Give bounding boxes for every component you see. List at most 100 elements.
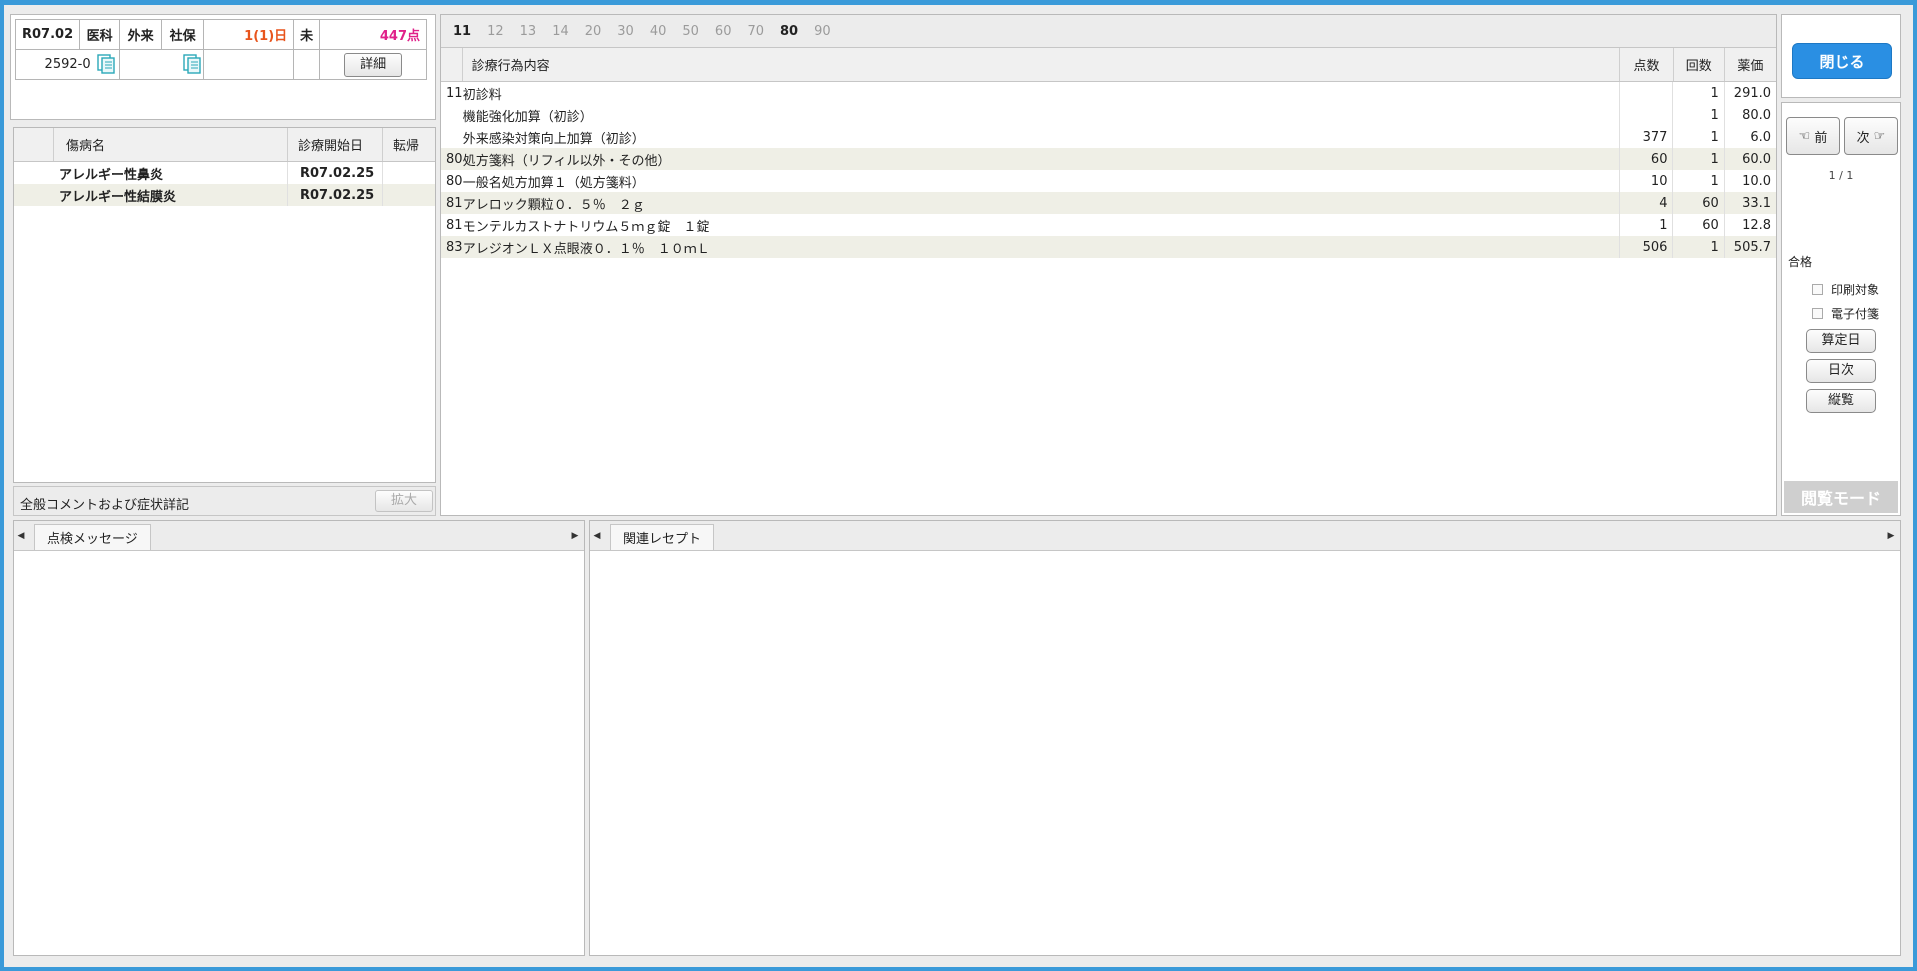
- comment-label: 全般コメントおよび症状詳記: [20, 498, 190, 513]
- patient-code: 2592-0: [44, 57, 91, 72]
- e-tag-checkbox[interactable]: 電子付箋: [1812, 305, 1879, 322]
- procedure-code: 81: [446, 217, 463, 233]
- procedure-points: 10: [1620, 170, 1674, 192]
- category-label: 医科: [79, 19, 121, 50]
- scroll-right-icon[interactable]: ▶: [1884, 522, 1898, 550]
- tab-90[interactable]: 90: [814, 24, 831, 39]
- document-icon[interactable]: [97, 54, 115, 74]
- procedure-row[interactable]: 81 モンテルカストナトリウム５ｍｇ錠 １錠 1 60 12.8: [441, 214, 1776, 236]
- document-icon[interactable]: [183, 54, 201, 74]
- print-target-checkbox[interactable]: 印刷対象: [1812, 281, 1879, 298]
- tab-20[interactable]: 20: [585, 24, 602, 39]
- procedure-points: 60: [1620, 148, 1674, 170]
- procedure-count: 60: [1673, 192, 1725, 214]
- procedure-panel: 11 12 13 14 20 30 40 50 60 70 80 90 診療行為…: [440, 14, 1777, 516]
- tab-13[interactable]: 13: [520, 24, 537, 39]
- disease-start-date: R07.02.25: [288, 162, 383, 184]
- procedure-count: 1: [1673, 104, 1725, 126]
- close-button[interactable]: 閉じる: [1792, 43, 1892, 79]
- procedure-row[interactable]: 機能強化加算（初診） 1 80.0: [441, 104, 1776, 126]
- detail-button[interactable]: 詳細: [344, 52, 403, 77]
- procedure-row[interactable]: 81 アレロック顆粒０．５％ ２ｇ 4 60 33.1: [441, 192, 1776, 214]
- scroll-left-icon[interactable]: ◀: [590, 522, 604, 550]
- column-outcome[interactable]: 転帰: [383, 128, 435, 161]
- procedure-name: 機能強化加算（初診）: [463, 104, 1621, 126]
- page-indicator: 1 / 1: [1828, 169, 1854, 182]
- procedure-name: 処方箋料（リフィル以外・その他）: [463, 148, 1621, 170]
- procedure-row[interactable]: 外来感染対策向上加算（初診） 377 1 6.0: [441, 126, 1776, 148]
- check-messages-panel: ◀ 点検メッセージ ▶: [13, 520, 585, 956]
- checkbox-box: [1812, 308, 1823, 319]
- tab-check-messages[interactable]: 点検メッセージ: [34, 524, 151, 550]
- procedure-count: 1: [1673, 170, 1725, 192]
- disease-row[interactable]: アレルギー性結膜炎 R07.02.25: [14, 184, 435, 206]
- procedure-code: 80: [446, 173, 463, 189]
- tab-70[interactable]: 70: [747, 24, 764, 39]
- checkbox-box: [1812, 284, 1823, 295]
- tab-50[interactable]: 50: [682, 24, 699, 39]
- column-disease-name[interactable]: 傷病名: [54, 128, 288, 161]
- tab-80[interactable]: 80: [780, 24, 798, 39]
- procedure-row[interactable]: 80 一般名処方加算１（処方箋料） 10 1 10.0: [441, 170, 1776, 192]
- prev-button[interactable]: ☜ 前: [1786, 117, 1840, 155]
- disease-start-date: R07.02.25: [288, 184, 383, 206]
- daily-button[interactable]: 日次: [1806, 359, 1876, 383]
- column-points[interactable]: 点数: [1620, 48, 1674, 81]
- print-target-label: 印刷対象: [1831, 283, 1880, 297]
- procedure-code: [441, 104, 463, 126]
- header-spacer: [14, 128, 54, 161]
- tab-11[interactable]: 11: [453, 24, 471, 39]
- point-right-icon: ☞: [1873, 128, 1886, 144]
- disease-name: アレルギー性鼻炎: [14, 162, 288, 184]
- disease-name: アレルギー性結膜炎: [14, 184, 288, 206]
- procedure-code: 11: [446, 85, 463, 101]
- procedure-count: 1: [1673, 236, 1725, 258]
- column-content[interactable]: 診療行為内容: [463, 48, 1621, 81]
- procedure-points: 4: [1620, 192, 1674, 214]
- procedure-name: モンテルカストナトリウム５ｍｇ錠 １錠: [463, 214, 1621, 236]
- procedure-price: 60.0: [1742, 151, 1772, 167]
- procedure-row[interactable]: 80 処方箋料（リフィル以外・その他） 60 1 60.0: [441, 148, 1776, 170]
- procedure-price: 33.1: [1742, 195, 1772, 211]
- overview-button[interactable]: 縦覧: [1806, 389, 1876, 413]
- scroll-left-icon[interactable]: ◀: [14, 522, 28, 550]
- procedure-points: [1620, 104, 1674, 126]
- tab-12[interactable]: 12: [487, 24, 504, 39]
- procedure-code: [441, 126, 463, 148]
- procedure-rows: 11 初診料 1 291.0 機能強化加算（初診） 1 80.0 外来感染対策向上加算（初診）…: [441, 82, 1776, 258]
- procedure-points: [1620, 82, 1674, 104]
- empty-cell: [293, 49, 321, 80]
- procedure-name: 一般名処方加算１（処方箋料）: [463, 170, 1621, 192]
- calc-day-button[interactable]: 算定日: [1806, 329, 1876, 353]
- procedure-row[interactable]: 11 初診料 1 291.0: [441, 82, 1776, 104]
- next-label: 次: [1856, 130, 1870, 146]
- procedure-price: 291.0: [1733, 85, 1772, 101]
- procedure-row[interactable]: 83 アレジオンＬＸ点眼液０．１％ １０ｍＬ 506 1 505.7: [441, 236, 1776, 258]
- procedure-header: 診療行為内容 点数 回数 薬価: [441, 48, 1776, 82]
- visit-type-label: 外来: [119, 19, 163, 50]
- tab-40[interactable]: 40: [650, 24, 667, 39]
- review-controls: ☜ 前 次 ☞ 1 / 1 合格 印刷対象 電子付箋 算定日 日次 縦覧 閲覧モ…: [1781, 102, 1901, 516]
- empty-cell: [119, 49, 205, 80]
- column-start-date[interactable]: 診療開始日: [288, 128, 383, 161]
- procedure-name: アレロック顆粒０．５％ ２ｇ: [463, 192, 1621, 214]
- procedure-code: 83: [446, 239, 463, 255]
- procedure-name: 外来感染対策向上加算（初診）: [463, 126, 1621, 148]
- receipt-date: R07.02: [14, 19, 81, 50]
- procedure-price: 12.8: [1742, 217, 1772, 233]
- disease-row[interactable]: アレルギー性鼻炎 R07.02.25: [14, 162, 435, 184]
- comment-bar: 全般コメントおよび症状詳記 拡大: [13, 486, 436, 516]
- next-button[interactable]: 次 ☞: [1844, 117, 1898, 155]
- scroll-right-icon[interactable]: ▶: [568, 522, 582, 550]
- tab-related-receipts[interactable]: 関連レセプト: [610, 524, 715, 550]
- procedure-count: 1: [1673, 82, 1725, 104]
- receipt-header-grid: R07.02 医科 外来 社保 1(1)日 未 447点 2592-0 詳細: [14, 19, 427, 80]
- column-price[interactable]: 薬価: [1725, 48, 1776, 81]
- tab-30[interactable]: 30: [617, 24, 634, 39]
- tab-14[interactable]: 14: [552, 24, 569, 39]
- prev-label: 前: [1814, 130, 1828, 146]
- empty-cell: [203, 49, 295, 80]
- column-count[interactable]: 回数: [1674, 48, 1725, 81]
- tab-60[interactable]: 60: [715, 24, 732, 39]
- expand-button[interactable]: 拡大: [375, 490, 433, 512]
